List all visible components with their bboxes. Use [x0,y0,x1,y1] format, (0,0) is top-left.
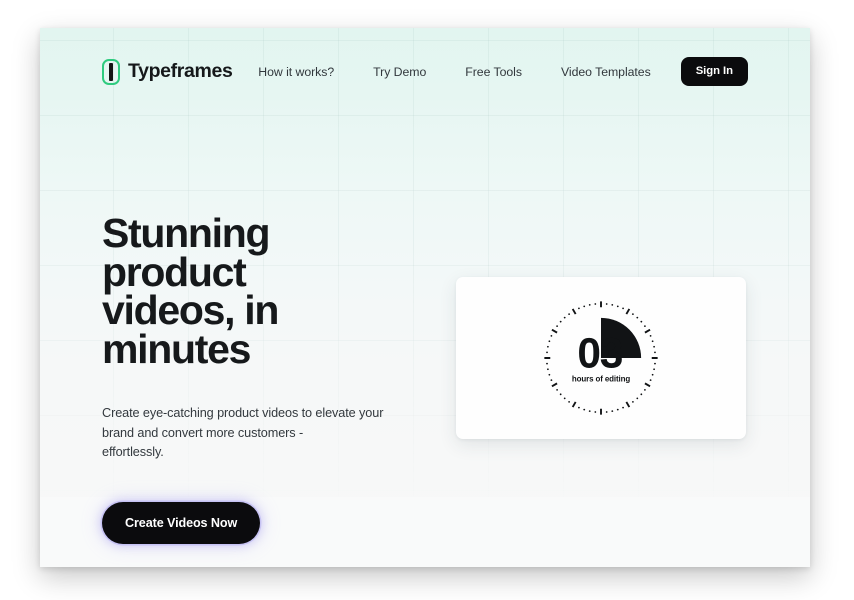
nav-link-free-tools[interactable]: Free Tools [465,65,522,79]
hero-section: Stunning product videos, in minutes Crea… [102,210,432,544]
hero-subtitle-line-2: brand and convert more customers - [102,425,304,440]
stopwatch-icon: 03 hours of editing [544,301,658,415]
brand-name: Typeframes [128,60,233,82]
browser-page-frame: Typeframes How it works? Try Demo Free T… [40,28,810,567]
hero-subtitle-line-3: effortlessly. [102,445,164,459]
create-videos-now-button[interactable]: Create Videos Now [102,502,261,544]
cta-wrapper: Create Videos Now [102,502,261,544]
clock-number: 03 [577,330,622,377]
hero-title: Stunning product videos, in minutes [102,210,279,372]
hero-subtitle-line-1: Create eye-catching product videos to el… [102,406,384,420]
brand-logo[interactable]: Typeframes [102,58,233,85]
video-preview-card[interactable]: 03 hours of editing [456,277,746,439]
bracket-logo-icon [102,58,120,85]
sign-in-button[interactable]: Sign In [680,57,748,86]
nav-link-video-templates[interactable]: Video Templates [561,65,651,79]
hero-subtitle: Create eye-catching product videos to el… [102,404,414,463]
nav-link-how-it-works[interactable]: How it works? [258,65,334,79]
site-navbar: Typeframes How it works? Try Demo Free T… [40,28,810,115]
nav-link-try-demo[interactable]: Try Demo [373,65,426,79]
clock-caption: hours of editing [572,375,630,384]
nav-links: How it works? Try Demo Free Tools Video … [258,65,650,79]
